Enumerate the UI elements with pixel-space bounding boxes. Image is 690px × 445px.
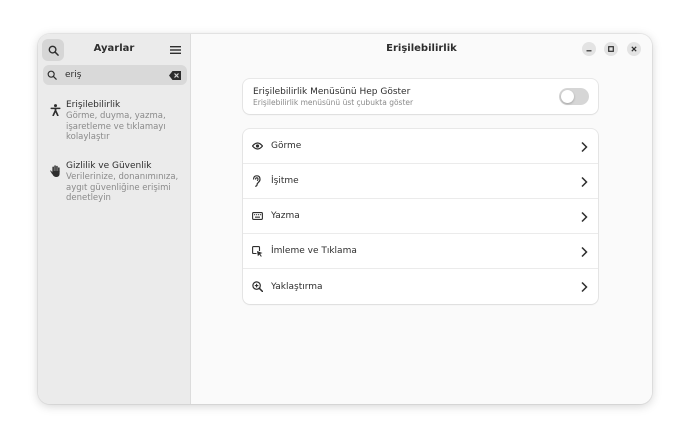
toggle-subtitle: Erişilebilirlik menüsünü üst çubukta gös… (253, 98, 414, 107)
maximize-icon (608, 46, 614, 52)
sidebar-item-accessibility[interactable]: Erişilebilirlik Görme, duyma, yazma, işa… (50, 100, 185, 143)
ear-icon (252, 175, 266, 187)
clear-search-icon[interactable] (169, 70, 181, 80)
sidebar-header: Ayarlar (38, 34, 190, 66)
row-hearing[interactable]: İşitme (243, 164, 598, 199)
row-seeing[interactable]: Görme (243, 129, 598, 164)
search-input[interactable] (65, 70, 165, 80)
row-label: Görme (271, 141, 302, 151)
always-show-menu-switch[interactable] (559, 88, 589, 105)
row-label: İşitme (271, 176, 299, 186)
result-title: Erişilebilirlik (66, 100, 121, 110)
row-pointing-clicking[interactable]: İmleme ve Tıklama (243, 234, 598, 269)
result-description: Görme, duyma, yazma, işaretleme ve tıkla… (66, 111, 166, 142)
chevron-right-icon (581, 176, 588, 188)
chevron-right-icon (581, 211, 588, 223)
minimize-icon (586, 50, 592, 52)
chevron-right-icon (581, 246, 588, 258)
accessibility-icon (50, 100, 61, 143)
eye-icon (252, 142, 266, 150)
hamburger-menu-icon (169, 46, 181, 54)
minimize-button[interactable] (582, 42, 596, 56)
close-button[interactable] (627, 42, 641, 56)
result-description: Verilerinize, donanımınıza, aygıt güvenl… (66, 172, 179, 203)
close-icon (631, 46, 637, 52)
row-label: İmleme ve Tıklama (271, 246, 357, 256)
content-pane: Erişilebilirlik Erişilebilirlik Menüsünü… (191, 34, 652, 404)
settings-window: Ayarlar eriş Erişilebilirlik Görme, duym… (38, 34, 652, 404)
pointer-click-icon (252, 245, 266, 257)
row-typing[interactable]: Yazma (243, 199, 598, 234)
content-header: Erişilebilirlik (191, 34, 652, 66)
chevron-right-icon (581, 141, 588, 153)
sidebar-item-privacy[interactable]: Gizlilik ve Güvenlik Verilerinize, donan… (50, 161, 185, 204)
maximize-button[interactable] (604, 42, 618, 56)
keyboard-icon (252, 212, 266, 220)
switch-knob (561, 90, 574, 103)
chevron-right-icon (581, 281, 588, 293)
main-menu-button[interactable] (166, 41, 184, 59)
hand-icon (50, 161, 61, 204)
toggle-title: Erişilebilirlik Menüsünü Hep Göster (253, 87, 411, 97)
result-title: Gizlilik ve Güvenlik (66, 161, 152, 171)
sidebar: Ayarlar eriş Erişilebilirlik Görme, duym… (38, 34, 191, 404)
search-icon (47, 70, 63, 80)
always-show-menu-row[interactable]: Erişilebilirlik Menüsünü Hep Göster Eriş… (243, 79, 598, 114)
search-field[interactable] (43, 65, 187, 85)
accessibility-categories-list: Görme İşitme Yazma İmleme ve Tıklama Yak… (243, 129, 598, 304)
zoom-in-icon (252, 281, 266, 292)
row-label: Yazma (271, 211, 300, 221)
row-zoom[interactable]: Yaklaştırma (243, 269, 598, 304)
row-label: Yaklaştırma (271, 281, 323, 292)
